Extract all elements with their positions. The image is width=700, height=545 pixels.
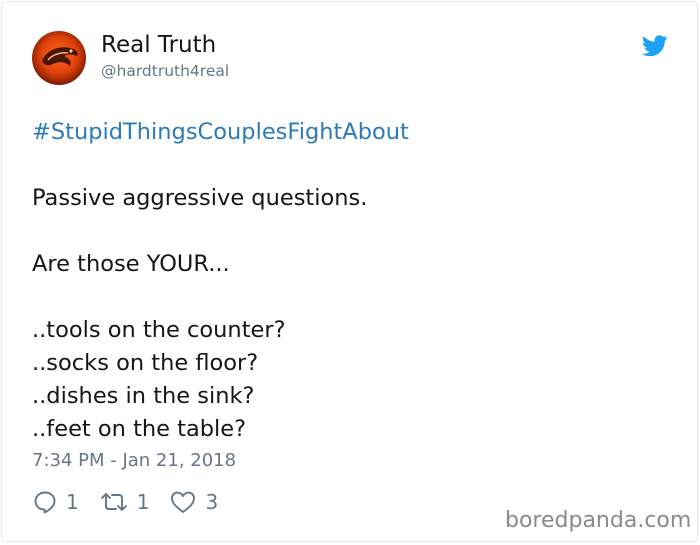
like-count: 3: [205, 490, 219, 514]
reply-button[interactable]: 1: [32, 489, 79, 515]
tweet-timestamp[interactable]: 7:34 PM - Jan 21, 2018: [32, 450, 236, 471]
retweet-button[interactable]: 1: [99, 489, 150, 515]
like-button[interactable]: 3: [169, 489, 218, 515]
dragon-logo-icon: [42, 47, 78, 66]
tweet-line: ..tools on the counter?: [32, 317, 286, 343]
reply-icon: [34, 491, 56, 514]
retweet-count: 1: [136, 490, 150, 514]
tweet-line: Are those YOUR...: [32, 251, 230, 277]
author-handle[interactable]: @hardtruth4real: [101, 62, 229, 80]
hashtag-link[interactable]: #StupidThingsCouplesFightAbout: [32, 116, 672, 149]
retweet-icon: [100, 493, 127, 511]
tweet-line: ..dishes in the sink?: [32, 383, 255, 409]
tweet-line: ..socks on the floor?: [32, 350, 259, 376]
twitter-bird-icon[interactable]: [642, 35, 668, 57]
watermark: boredpanda.com: [505, 508, 692, 533]
reply-count: 1: [66, 490, 79, 514]
tweet-actions: 1 1 3: [32, 486, 238, 518]
tweet-line: Passive aggressive questions.: [32, 185, 368, 211]
tweet-body: #StupidThingsCouplesFightAbout Passive a…: [32, 116, 672, 446]
tweet-line: ..feet on the table?: [32, 416, 247, 442]
heart-icon: [171, 491, 196, 513]
author-display-name[interactable]: Real Truth: [101, 32, 216, 58]
avatar[interactable]: [32, 31, 86, 85]
